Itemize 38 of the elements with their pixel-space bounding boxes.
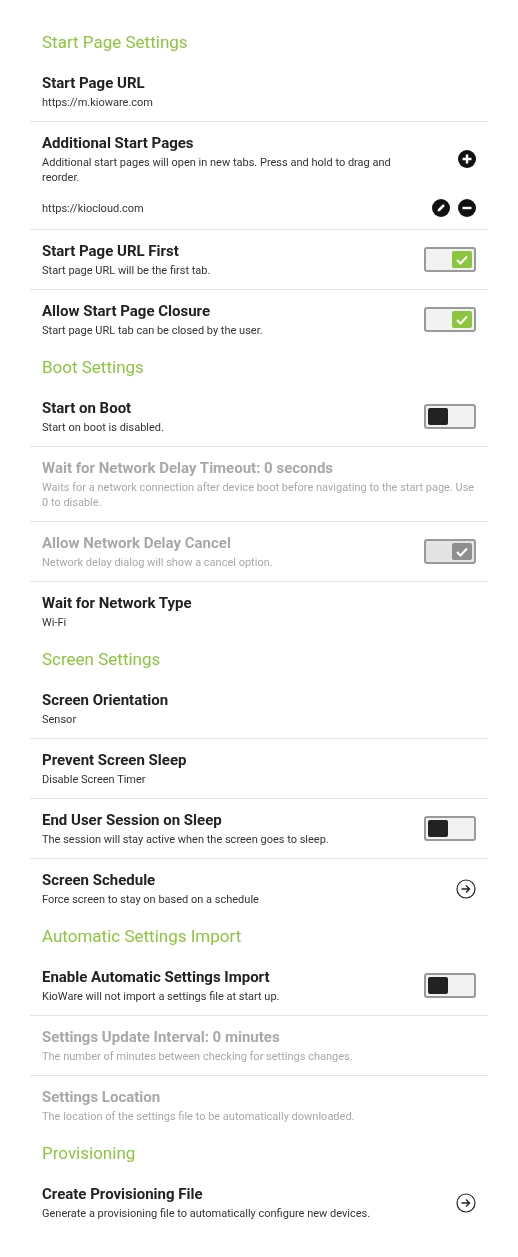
setting-description: Start on boot is disabled. xyxy=(42,420,165,435)
setting-title: Prevent Screen Sleep xyxy=(42,750,188,770)
setting-title: Enable Automatic Settings Import xyxy=(42,967,271,987)
start-page-entry: https://kiocloud.com xyxy=(42,200,145,216)
setting-description: Generate a provisioning file to automatically configure new devices. xyxy=(42,1206,372,1221)
setting-title: Screen Orientation xyxy=(42,690,170,710)
setting-description: The location of the settings file to be automatically downloaded. xyxy=(42,1109,356,1124)
setting-description: Additional start pages will open in new tabs. Press and hold to drag and reorder. xyxy=(42,155,392,185)
setting-description: Start page URL will be the first tab. xyxy=(42,263,212,278)
setting-title: Start Page URL First xyxy=(42,241,180,261)
setting-title: Additional Start Pages xyxy=(42,133,195,153)
setting-title: Wait for Network Type xyxy=(42,593,193,613)
setting-description: KioWare will not import a settings file at start up. xyxy=(42,989,281,1004)
setting-title: Start Page URL xyxy=(42,73,146,93)
setting-title: Allow Network Delay Cancel xyxy=(42,533,232,553)
section-header: Start Page Settings xyxy=(41,31,189,54)
setting-title: Settings Location xyxy=(42,1087,162,1107)
setting-title: Create Provisioning File xyxy=(42,1184,204,1204)
setting-description: Wi-Fi xyxy=(42,615,68,630)
setting-title: Allow Start Page Closure xyxy=(42,301,212,321)
setting-description: Network delay dialog will show a cancel option. xyxy=(42,555,274,570)
setting-title: Screen Schedule xyxy=(42,870,157,890)
setting-title: Settings Update Interval: 0 minutes xyxy=(42,1027,281,1047)
section-header: Screen Settings xyxy=(41,648,162,671)
setting-description: The session will stay active when the screen goes to sleep. xyxy=(42,832,330,847)
setting-description: https://m.kioware.com xyxy=(42,95,154,110)
setting-description: Waits for a network connection after device boot before navigating to the start page. Use 0 to disable. xyxy=(42,480,476,510)
setting-description: Sensor xyxy=(42,712,78,727)
section-header: Provisioning xyxy=(41,1142,137,1165)
setting-title: End User Session on Sleep xyxy=(42,810,223,830)
setting-description: Disable Screen Timer xyxy=(42,772,147,787)
section-header: Automatic Settings Import xyxy=(41,925,243,948)
setting-title: Start on Boot xyxy=(42,398,133,418)
setting-description: Force screen to stay on based on a schedule xyxy=(42,892,260,907)
setting-title: Wait for Network Delay Timeout: 0 seconds xyxy=(42,458,335,478)
section-header: Boot Settings xyxy=(41,356,145,379)
setting-description: Start page URL tab can be closed by the user. xyxy=(42,323,264,338)
setting-description: The number of minutes between checking for settings changes. xyxy=(42,1049,354,1064)
